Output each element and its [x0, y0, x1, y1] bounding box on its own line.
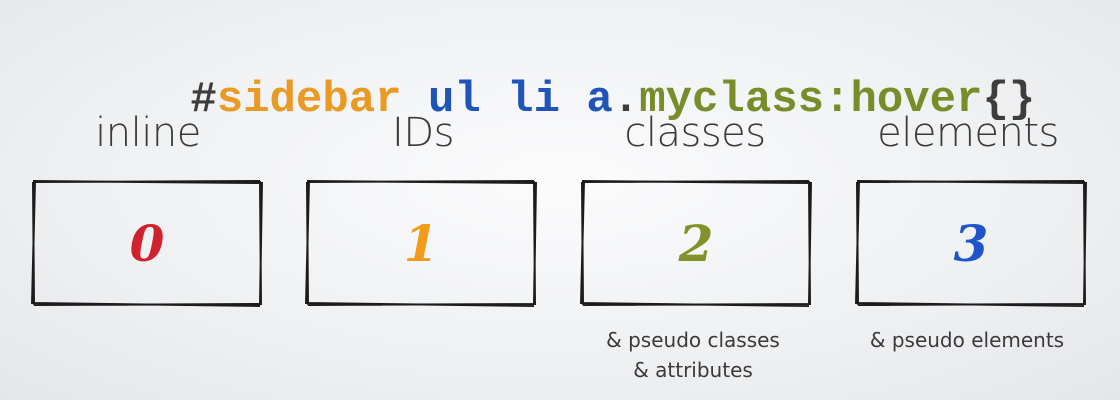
note-classes: & pseudo classes & attributes	[563, 325, 823, 385]
note-attributes: & attributes	[633, 358, 753, 382]
box-elements: 3	[855, 180, 1087, 307]
value-classes: 2	[678, 213, 714, 273]
header-inline: inline	[95, 110, 201, 156]
box-ids: 1	[305, 180, 537, 307]
value-elements: 3	[953, 213, 989, 273]
header-ids: IDs	[392, 110, 454, 156]
note-elements: & pseudo elements	[837, 325, 1097, 355]
value-inline: 0	[129, 213, 165, 273]
header-classes: classes	[624, 110, 766, 156]
value-ids: 1	[403, 213, 439, 273]
box-classes: 2	[580, 180, 812, 307]
header-elements: elements	[877, 110, 1059, 156]
note-pseudo-elements: & pseudo elements	[869, 328, 1065, 352]
box-inline: 0	[31, 180, 263, 307]
note-pseudo-classes: & pseudo classes	[606, 328, 780, 352]
